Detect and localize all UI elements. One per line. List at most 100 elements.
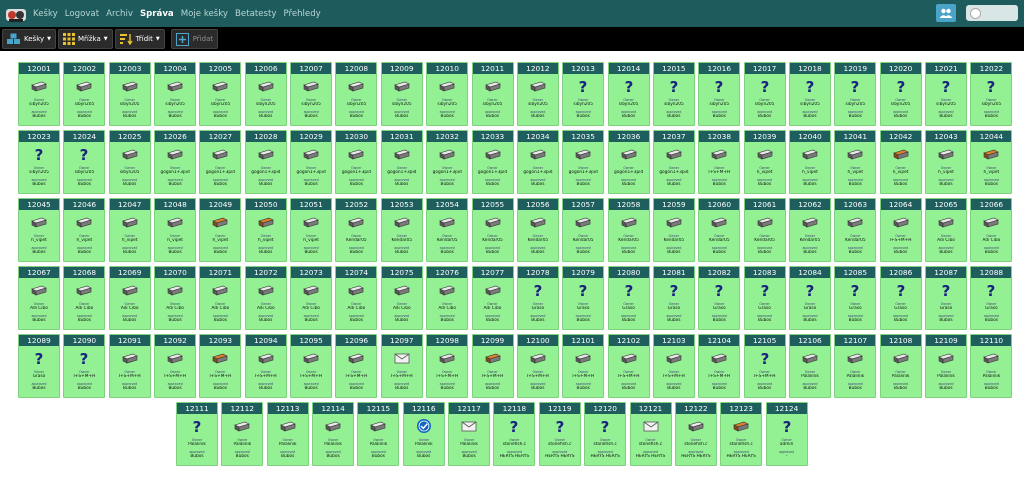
- cache-card[interactable]: 12098 Owner I+S+M+H approved Bubos: [426, 334, 469, 398]
- cache-id[interactable]: 12085: [835, 267, 876, 278]
- cache-id[interactable]: 12011: [472, 63, 513, 74]
- cache-id[interactable]: 12083: [744, 267, 785, 278]
- cache-card[interactable]: 12097 Owner I+S+M+H approved Bubos: [380, 334, 423, 398]
- cache-card[interactable]: 12114 Owner Palalinik approved Bubos: [312, 402, 355, 466]
- cache-id[interactable]: 12081: [653, 267, 694, 278]
- cache-card[interactable]: 12084? Owner Graso approved Bubos: [789, 266, 831, 330]
- cache-card[interactable]: 12056 Owner Kendar05 approved Bubos: [516, 198, 559, 262]
- cache-card[interactable]: 12022? Owner sibyn205 approved Bubos: [970, 62, 1013, 126]
- cache-card[interactable]: 12103 Owner I+S+M+H approved Bubos: [652, 334, 695, 398]
- cache-id[interactable]: 12117: [449, 403, 490, 414]
- cache-card[interactable]: 12060 Owner Kendar05 approved Bubos: [698, 198, 741, 262]
- cache-id[interactable]: 12008: [336, 63, 377, 74]
- cache-card[interactable]: 12016? Owner sibyn205 approved Bubos: [698, 62, 741, 126]
- cache-id[interactable]: 12061: [744, 199, 785, 210]
- cache-card[interactable]: 12093 Owner I+S+M+H approved Bubos: [199, 334, 242, 398]
- cache-card[interactable]: 12087? Owner Graso approved Bubos: [925, 266, 967, 330]
- cache-card[interactable]: 12105? Owner I+S+M+H approved Bubos: [743, 334, 786, 398]
- cache-card[interactable]: 12119? Owner stonefish.c approved HERYS HERY…: [538, 402, 581, 466]
- cache-id[interactable]: 12001: [19, 63, 59, 74]
- cache-card[interactable]: 12047 Owner h_vipet approved Bubos: [108, 198, 151, 262]
- cache-card[interactable]: 12107 Owner Palalinik approved Bubos: [834, 334, 877, 398]
- cache-card[interactable]: 12044 Owner h_vipet approved Bubos: [970, 130, 1013, 194]
- cache-card[interactable]: 12077 Owner Adi Cibo approved Bubos: [471, 266, 514, 330]
- cache-id[interactable]: 12096: [336, 335, 377, 346]
- cache-id[interactable]: 12037: [653, 131, 694, 142]
- cache-card[interactable]: 12106 Owner Palalinik approved Bubos: [789, 334, 831, 398]
- cache-id[interactable]: 12107: [835, 335, 876, 346]
- cache-id[interactable]: 12112: [222, 403, 263, 414]
- cache-id[interactable]: 12088: [971, 267, 1012, 278]
- cache-id[interactable]: 12048: [155, 199, 196, 210]
- cache-id[interactable]: 12075: [381, 267, 422, 278]
- cache-id[interactable]: 12013: [563, 63, 604, 74]
- cache-id[interactable]: 12123: [721, 403, 762, 414]
- nav-sprava[interactable]: Správa: [140, 9, 174, 19]
- cache-id[interactable]: 12036: [608, 131, 649, 142]
- nav-archiv[interactable]: Archiv: [106, 9, 133, 19]
- cache-id[interactable]: 12055: [472, 199, 513, 210]
- cache-card[interactable]: 12036 Owner gogon1+3pid approved Bubos: [607, 130, 650, 194]
- cache-card[interactable]: 12099 Owner I+S+M+H approved Bubos: [471, 334, 514, 398]
- cache-card[interactable]: 12006 Owner sibyn205 approved Bubos: [244, 62, 287, 126]
- cache-id[interactable]: 12077: [472, 267, 513, 278]
- cache-card[interactable]: 12027 Owner gogon1+3pid approved Bubos: [199, 130, 242, 194]
- cache-card[interactable]: 12055 Owner Kendar05 approved Bubos: [471, 198, 514, 262]
- cache-card[interactable]: 12090? Owner I+S+M+H approved Bubos: [63, 334, 106, 398]
- cache-id[interactable]: 12086: [880, 267, 921, 278]
- cache-id[interactable]: 12094: [245, 335, 286, 346]
- cache-id[interactable]: 12101: [563, 335, 604, 346]
- cache-id[interactable]: 12039: [744, 131, 785, 142]
- cache-card[interactable]: 12094 Owner I+S+M+H approved Bubos: [244, 334, 287, 398]
- pridat-button[interactable]: Přidat: [170, 29, 219, 49]
- cache-card[interactable]: 12059 Owner Kendar05 approved Bubos: [652, 198, 695, 262]
- cache-id[interactable]: 12092: [155, 335, 196, 346]
- cache-card[interactable]: 12122 Owner stonefish.c approved HERYS HERYS: [674, 402, 717, 466]
- cache-id[interactable]: 12009: [381, 63, 422, 74]
- cache-id[interactable]: 12124: [766, 403, 807, 414]
- cache-id[interactable]: 12111: [177, 403, 217, 414]
- cache-id[interactable]: 12042: [880, 131, 921, 142]
- cache-card[interactable]: 12066 Owner Adi Cibo approved Bubos: [970, 198, 1013, 262]
- cache-id[interactable]: 12108: [880, 335, 921, 346]
- cache-card[interactable]: 12034 Owner gogon1+3pid approved Bubos: [516, 130, 559, 194]
- cache-card[interactable]: 12108 Owner Palalinik approved Bubos: [879, 334, 922, 398]
- cache-card[interactable]: 12028 Owner gogon1+3pid approved Bubos: [244, 130, 287, 194]
- cache-id[interactable]: 12012: [517, 63, 558, 74]
- cache-id[interactable]: 12099: [472, 335, 513, 346]
- cache-card[interactable]: 12092 Owner I+S+M+H approved Bubos: [154, 334, 197, 398]
- cache-id[interactable]: 12043: [926, 131, 966, 142]
- cache-card[interactable]: 12096 Owner I+S+M+H approved Bubos: [335, 334, 378, 398]
- cache-id[interactable]: 12062: [790, 199, 830, 210]
- cache-id[interactable]: 12057: [563, 199, 604, 210]
- cache-card[interactable]: 12101 Owner I+S+M+H approved Bubos: [562, 334, 605, 398]
- cache-card[interactable]: 12123 Owner stonefish.c approved HERYS HERYS: [720, 402, 763, 466]
- user-menu[interactable]: [966, 5, 1018, 21]
- cache-card[interactable]: 12074 Owner Adi Cibo approved Bubos: [335, 266, 378, 330]
- cache-id[interactable]: 12066: [971, 199, 1012, 210]
- cache-card[interactable]: 12065 Owner Adi Cibo approved Bubos: [925, 198, 967, 262]
- cache-card[interactable]: 12058 Owner Kendar05 approved Bubos: [607, 198, 650, 262]
- cache-card[interactable]: 12014? Owner sibyn205 approved Bubos: [607, 62, 650, 126]
- cache-card[interactable]: 12040 Owner h_vipet approved Bubos: [789, 130, 831, 194]
- users-icon[interactable]: [936, 4, 956, 22]
- cache-card[interactable]: 12054 Owner Kendar05 approved Bubos: [426, 198, 469, 262]
- cache-card[interactable]: 12015? Owner sibyn205 approved Bubos: [652, 62, 695, 126]
- cache-id[interactable]: 12015: [653, 63, 694, 74]
- cache-id[interactable]: 12050: [245, 199, 286, 210]
- cache-id[interactable]: 12035: [563, 131, 604, 142]
- cache-card[interactable]: 12052 Owner Kendar05 approved Bubos: [335, 198, 378, 262]
- cache-card[interactable]: 12088? Owner Graso approved Bubos: [970, 266, 1013, 330]
- cache-card[interactable]: 12008 Owner sibyn205 approved Bubos: [335, 62, 378, 126]
- cache-id[interactable]: 12070: [155, 267, 196, 278]
- cache-card[interactable]: 12046 Owner h_vipet approved Bubos: [63, 198, 106, 262]
- cache-id[interactable]: 12114: [313, 403, 354, 414]
- cache-card[interactable]: 12085? Owner Graso approved Bubos: [834, 266, 877, 330]
- cache-id[interactable]: 12005: [200, 63, 241, 74]
- cache-id[interactable]: 12027: [200, 131, 241, 142]
- cache-card[interactable]: 12121 Owner stonefish.c approved HERYS HERYS: [629, 402, 672, 466]
- cache-id[interactable]: 12073: [291, 267, 332, 278]
- cache-card[interactable]: 12025 Owner sibyn205 approved Bubos: [108, 130, 151, 194]
- kesky-dropdown-button[interactable]: Kešky ▼: [2, 29, 57, 49]
- cache-id[interactable]: 12017: [744, 63, 785, 74]
